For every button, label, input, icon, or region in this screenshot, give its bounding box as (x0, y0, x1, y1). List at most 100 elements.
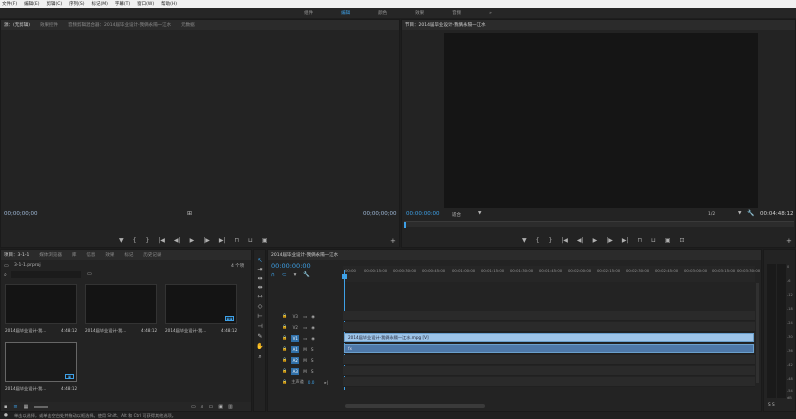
tab-history[interactable]: 历史记录 (143, 252, 161, 258)
track-name[interactable]: V1 (291, 334, 300, 342)
tab-metadata[interactable]: 元数据 (181, 22, 195, 28)
track-header-v1[interactable]: 🔒 V1 ▭ ◉ (278, 333, 343, 343)
track-header-v3[interactable]: 🔒 V3 ▭ ◉ (278, 311, 343, 321)
track-name[interactable]: V2 (291, 324, 299, 331)
program-resolution-dropdown[interactable]: 1/2 (708, 212, 715, 217)
extract-icon[interactable]: ⊔ (651, 237, 656, 244)
play-icon[interactable]: ▶ (190, 237, 195, 244)
mark-out-icon[interactable]: } (548, 237, 552, 244)
rolling-edit-tool-icon[interactable]: ⇼ (256, 284, 264, 291)
audio-clip[interactable]: fx (344, 344, 754, 353)
track-header-a2[interactable]: 🔒 A2 M S (278, 355, 343, 365)
slip-tool-icon[interactable]: ⊢ (256, 313, 264, 320)
video-clip[interactable]: 2014届毕业设计-我俩永隔一江水.mpg [V] (344, 333, 754, 342)
menu-clip[interactable]: 剪辑(C) (46, 1, 62, 7)
project-item-thumbnail[interactable]: ▣▣ (165, 284, 237, 324)
menu-marker[interactable]: 标记(M) (92, 1, 108, 7)
new-item-icon[interactable]: ▣ (218, 404, 223, 410)
wrench-icon[interactable]: 🔧 (747, 210, 754, 217)
play-icon[interactable]: ▶ (593, 237, 598, 244)
program-fit-dropdown[interactable]: 适合 (452, 212, 461, 218)
workspace-effects[interactable]: 效果 (415, 10, 424, 16)
solo-button[interactable]: S (311, 347, 314, 352)
timeline-settings-icon[interactable]: 🔧 (303, 272, 310, 278)
lock-icon[interactable]: 🔒 (282, 313, 287, 319)
tab-source[interactable]: 源：(无剪辑) (4, 22, 30, 28)
tab-effect-controls[interactable]: 效果控件 (40, 22, 58, 28)
solo-buttons[interactable]: S S (768, 402, 775, 407)
sync-icon[interactable]: ▭ (303, 314, 307, 319)
automate-icon[interactable]: ▭ (191, 404, 196, 410)
project-item-thumbnail[interactable]: ▣ (5, 342, 77, 382)
search-input[interactable] (11, 271, 81, 278)
menu-window[interactable]: 窗口(W) (137, 1, 154, 7)
linked-selection-icon[interactable]: ⊂ (282, 272, 287, 278)
export-frame-icon[interactable]: ▣ (665, 237, 671, 244)
mark-in-icon[interactable]: { (133, 237, 137, 244)
timeline-horizontal-scrollbar[interactable] (345, 404, 485, 408)
eye-icon[interactable]: ◉ (311, 314, 315, 319)
add-marker-icon[interactable]: ▼ (119, 237, 124, 244)
go-to-out-icon[interactable]: ▶| (219, 237, 226, 244)
solo-button[interactable]: S (311, 369, 314, 374)
sync-icon[interactable]: ▭ (303, 336, 307, 341)
lock-icon[interactable]: 🔒 (282, 335, 287, 341)
go-to-in-icon[interactable]: |◀ (561, 237, 568, 244)
lock-icon[interactable]: 🔒 (282, 346, 287, 352)
tab-markers[interactable]: 标记 (124, 252, 133, 258)
workspace-assembly[interactable]: 组件 (304, 10, 313, 16)
source-add-button-icon[interactable]: + (390, 237, 396, 245)
go-to-end-icon[interactable]: ▸| (324, 380, 328, 385)
pen-tool-icon[interactable]: ✎ (256, 333, 264, 340)
slide-tool-icon[interactable]: ⊣ (256, 323, 264, 330)
step-back-icon[interactable]: ◀| (577, 237, 584, 244)
search-icon[interactable]: ⌕ (4, 272, 7, 278)
ripple-edit-tool-icon[interactable]: ⇹ (256, 275, 264, 282)
list-view-icon[interactable]: ≡ (13, 404, 17, 410)
step-back-icon[interactable]: ◀| (174, 237, 181, 244)
lock-icon[interactable]: 🔒 (282, 368, 287, 374)
track-header-a3[interactable]: 🔒 A3 M S (278, 366, 343, 376)
trash-icon[interactable]: ▥ (228, 404, 233, 410)
source-timecode-left[interactable]: 00;00;00;00 (4, 211, 38, 217)
add-marker-icon[interactable]: ▼ (522, 237, 527, 244)
go-to-out-icon[interactable]: ▶| (622, 237, 629, 244)
icon-view-icon[interactable]: ▦ (24, 404, 29, 410)
track-name[interactable]: V3 (291, 313, 299, 320)
tab-program[interactable]: 节目：2014届毕业设计-我俩永隔一江水 (405, 22, 486, 28)
workspace-more[interactable]: » (489, 11, 492, 16)
export-frame-icon[interactable]: ▣ (262, 237, 268, 244)
track-lane-a2[interactable] (343, 355, 755, 365)
zoom-slider[interactable] (34, 405, 49, 408)
tab-sequence[interactable]: 2014届毕业设计-我俩永隔一江水 (271, 252, 338, 258)
track-lane-master[interactable] (343, 377, 755, 387)
button-editor-icon[interactable]: ⊡ (680, 237, 685, 244)
timeline-timecode[interactable]: 00:00:00:00 (271, 262, 311, 270)
zoom-tool-icon[interactable]: ⌕ (256, 353, 264, 360)
find-icon[interactable]: ⌕ (201, 404, 204, 410)
menu-title[interactable]: 字幕(T) (115, 1, 130, 7)
menu-file[interactable]: 文件(F) (2, 1, 17, 7)
program-timecode-left[interactable]: 00:00:00:00 (406, 211, 440, 217)
tab-effects[interactable]: 效果 (105, 252, 114, 258)
track-header-a1[interactable]: 🔒 A1 M S (278, 344, 343, 354)
sync-icon[interactable]: ▭ (303, 325, 307, 330)
fit-chevron-down-icon[interactable]: ▼ (478, 211, 481, 216)
new-bin-icon[interactable]: ▭ (209, 404, 214, 410)
track-lane-a3[interactable] (343, 366, 755, 376)
lock-icon[interactable]: 🔒 (282, 324, 287, 330)
project-item-thumbnail[interactable] (85, 284, 157, 324)
menu-help[interactable]: 帮助(H) (161, 1, 177, 7)
workspace-editing[interactable]: 编辑 (341, 10, 350, 16)
tab-project[interactable]: 项目：3-1-1 (4, 252, 29, 258)
rate-stretch-tool-icon[interactable]: ⇿ (256, 293, 264, 300)
tab-info[interactable]: 信息 (86, 252, 95, 258)
timeline-vertical-scrollbar[interactable] (756, 283, 759, 383)
new-bin-icon[interactable]: ▭ (87, 271, 92, 277)
track-name[interactable]: A1 (291, 345, 300, 353)
eye-icon[interactable]: ◉ (311, 336, 315, 341)
mark-in-icon[interactable]: { (536, 237, 540, 244)
workspace-audio[interactable]: 音频 (452, 10, 461, 16)
mute-button[interactable]: M (303, 369, 307, 374)
lock-icon[interactable]: ▪ (4, 404, 7, 410)
